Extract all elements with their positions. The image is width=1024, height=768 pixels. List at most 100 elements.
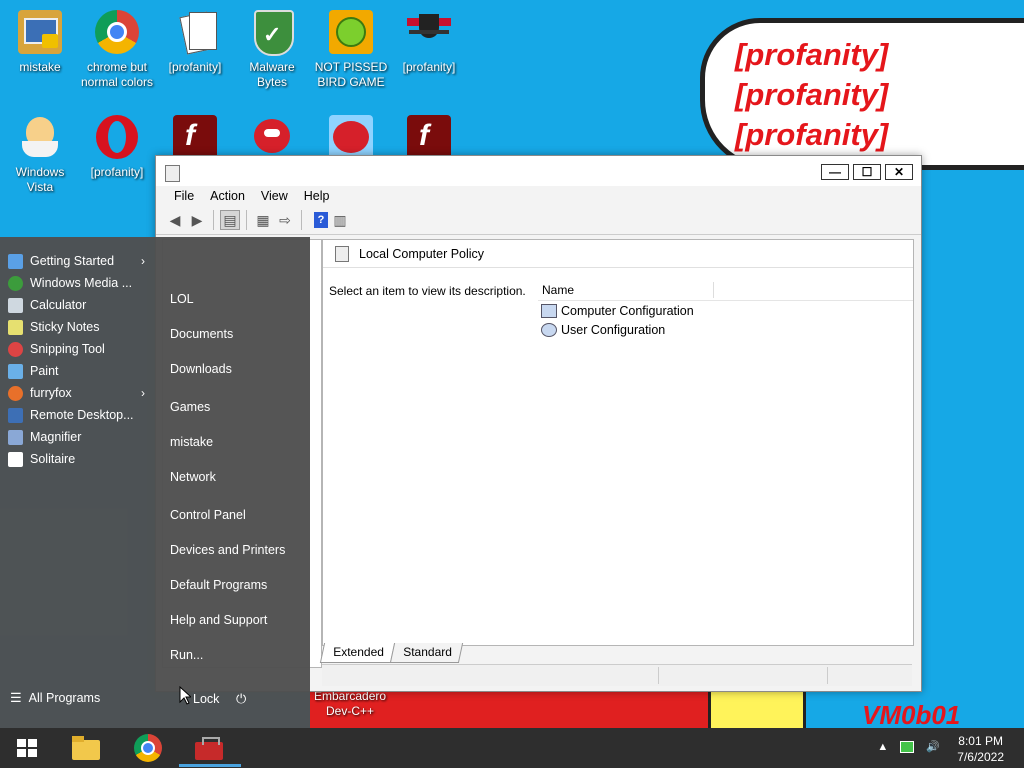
list-item-user-configuration[interactable]: User Configuration xyxy=(541,323,665,337)
desktop-icon-chrome[interactable]: chrome but normal colors xyxy=(77,8,157,90)
column-name-label: Name xyxy=(542,283,575,297)
program-solitaire[interactable]: Solitaire xyxy=(0,448,155,470)
program-calculator[interactable]: Calculator xyxy=(0,294,155,316)
toolbar: ◀ ▶ ▤ ▦ ⇨ ? ▥ xyxy=(156,206,921,235)
chrome-icon[interactable] xyxy=(132,732,164,764)
power-icon[interactable]: ⏻ xyxy=(236,691,246,707)
computer-config-icon xyxy=(541,304,557,318)
volume-icon[interactable]: 🔊 xyxy=(926,740,940,753)
firefox-icon xyxy=(8,385,23,401)
tab-extended[interactable]: Extended xyxy=(319,643,395,663)
menu-help[interactable]: Help xyxy=(296,186,338,206)
bird-icon xyxy=(327,113,375,161)
tab-standard[interactable]: Standard xyxy=(389,643,463,663)
program-magnifier[interactable]: Magnifier xyxy=(0,426,155,448)
menu-file[interactable]: File xyxy=(166,186,202,206)
place-devices-and-printers[interactable]: Devices and Printers xyxy=(170,543,285,557)
desktop-icon-communism[interactable]: [profanity] xyxy=(389,8,469,75)
network-icon[interactable] xyxy=(900,740,915,753)
program-snipping-tool[interactable]: Snipping Tool xyxy=(0,338,155,360)
desktop-icon-label: chrome but normal colors xyxy=(80,60,154,89)
desktop-icon-label: [profanity] xyxy=(90,165,144,179)
desktop-icon-windows-vista[interactable]: Windows Vista xyxy=(0,113,80,195)
file-explorer-icon[interactable] xyxy=(70,732,102,764)
flash-icon: f xyxy=(405,113,453,161)
desktop-icon-opera[interactable]: [profanity] xyxy=(77,113,157,180)
lock-button[interactable]: Lock xyxy=(193,692,219,706)
column-header-name[interactable]: Name xyxy=(538,280,913,301)
place-games[interactable]: Games xyxy=(170,400,210,414)
console-icon xyxy=(165,165,180,182)
desktop-icon-devcpp-label[interactable]: Embarcadero Dev-C++ xyxy=(314,689,386,719)
submenu-arrow-icon[interactable]: › xyxy=(141,386,145,400)
place-help-and-support[interactable]: Help and Support xyxy=(170,613,267,627)
program-remote-desktop[interactable]: Remote Desktop... xyxy=(0,404,155,426)
getting-started-icon xyxy=(8,253,23,269)
back-arrow-icon[interactable]: ◀ xyxy=(165,210,185,230)
computer-icon xyxy=(16,8,64,56)
status-segment xyxy=(827,667,828,684)
clock-date: 7/6/2022 xyxy=(957,750,1004,764)
toolbox-icon[interactable] xyxy=(193,732,225,764)
user-config-icon xyxy=(541,323,557,337)
forward-arrow-icon[interactable]: ▶ xyxy=(187,210,207,230)
export-list-icon[interactable]: ⇨ xyxy=(275,210,295,230)
bubble-text: [profanity] [profanity] [profanity] xyxy=(735,37,889,152)
place-default-programs[interactable]: Default Programs xyxy=(170,578,267,592)
desktop-icon-label: Windows Vista xyxy=(15,165,65,194)
desktop-icon-label: Malware Bytes xyxy=(249,60,295,89)
program-sticky-notes[interactable]: Sticky Notes xyxy=(0,316,155,338)
view-tabs: Extended Standard xyxy=(319,643,463,663)
details-title: Local Computer Policy xyxy=(359,246,485,261)
egg-icon xyxy=(16,113,64,161)
place-control-panel[interactable]: Control Panel xyxy=(170,508,246,522)
maximize-button[interactable]: ☐ xyxy=(853,164,881,180)
desktop-icon-mistake[interactable]: mistake xyxy=(0,8,80,75)
cards-icon xyxy=(8,451,23,467)
desktop-icon-solitaire[interactable]: ♠ [profanity] xyxy=(155,8,235,75)
show-hidden-icons-icon[interactable]: ▲ xyxy=(877,741,888,753)
show-hide-tree-icon[interactable]: ▤ xyxy=(220,210,240,230)
toolbar-separator xyxy=(301,210,302,230)
list-item-label: User Configuration xyxy=(561,323,666,337)
place-downloads[interactable]: Downloads xyxy=(170,362,232,376)
minimize-button[interactable]: — xyxy=(821,164,849,180)
place-run[interactable]: Run... xyxy=(170,648,203,662)
program-getting-started[interactable]: Getting Started › xyxy=(0,250,155,272)
column-separator[interactable] xyxy=(713,282,714,298)
clock[interactable]: 8:01 PM 7/6/2022 xyxy=(957,733,1004,765)
pig-icon xyxy=(327,8,375,56)
list-item-computer-configuration[interactable]: Computer Configuration xyxy=(541,304,694,318)
all-programs-button[interactable]: ☰ All Programs xyxy=(10,690,100,706)
flash-icon: f xyxy=(171,113,219,161)
menu-action[interactable]: Action xyxy=(202,186,253,206)
sticky-notes-icon xyxy=(8,319,23,335)
desktop-icon-bird-game[interactable]: NOT PISSED BIRD GAME xyxy=(311,8,391,90)
place-documents[interactable]: Documents xyxy=(170,327,233,341)
help-icon[interactable]: ? xyxy=(314,212,328,228)
toolbar-separator xyxy=(246,210,247,230)
wallpaper-signature: VM0b01 xyxy=(862,700,961,730)
properties-icon[interactable]: ▦ xyxy=(253,210,273,230)
place-network[interactable]: Network xyxy=(170,470,216,484)
taskbar: ▲ 🔊 8:01 PM 7/6/2022 xyxy=(0,728,1024,768)
window-titlebar[interactable]: — ☐ ✕ xyxy=(156,156,921,186)
close-button[interactable]: ✕ xyxy=(885,164,913,180)
menu-bar: File Action View Help xyxy=(156,186,921,206)
windows-start-icon[interactable] xyxy=(17,739,37,757)
start-menu: Getting Started › Windows Media ... Calc… xyxy=(0,237,310,728)
program-windows-media[interactable]: Windows Media ... xyxy=(0,272,155,294)
program-paint[interactable]: Paint xyxy=(0,360,155,382)
magnifier-icon xyxy=(8,429,23,445)
menu-view[interactable]: View xyxy=(253,186,296,206)
submenu-arrow-icon[interactable]: › xyxy=(141,254,145,268)
place-lol[interactable]: LOL xyxy=(170,292,194,306)
speech-bubble: [profanity] [profanity] [profanity] xyxy=(700,18,1024,170)
desktop-icon-malwarebytes[interactable]: ✓ Malware Bytes xyxy=(232,8,312,90)
details-pane[interactable]: Local Computer Policy Select an item to … xyxy=(322,239,914,646)
place-mistake[interactable]: mistake xyxy=(170,435,213,449)
opera-icon xyxy=(93,113,141,161)
active-app-indicator xyxy=(179,764,241,767)
action-pane-icon[interactable]: ▥ xyxy=(330,210,350,230)
program-furryfox[interactable]: furryfox › xyxy=(0,382,155,404)
